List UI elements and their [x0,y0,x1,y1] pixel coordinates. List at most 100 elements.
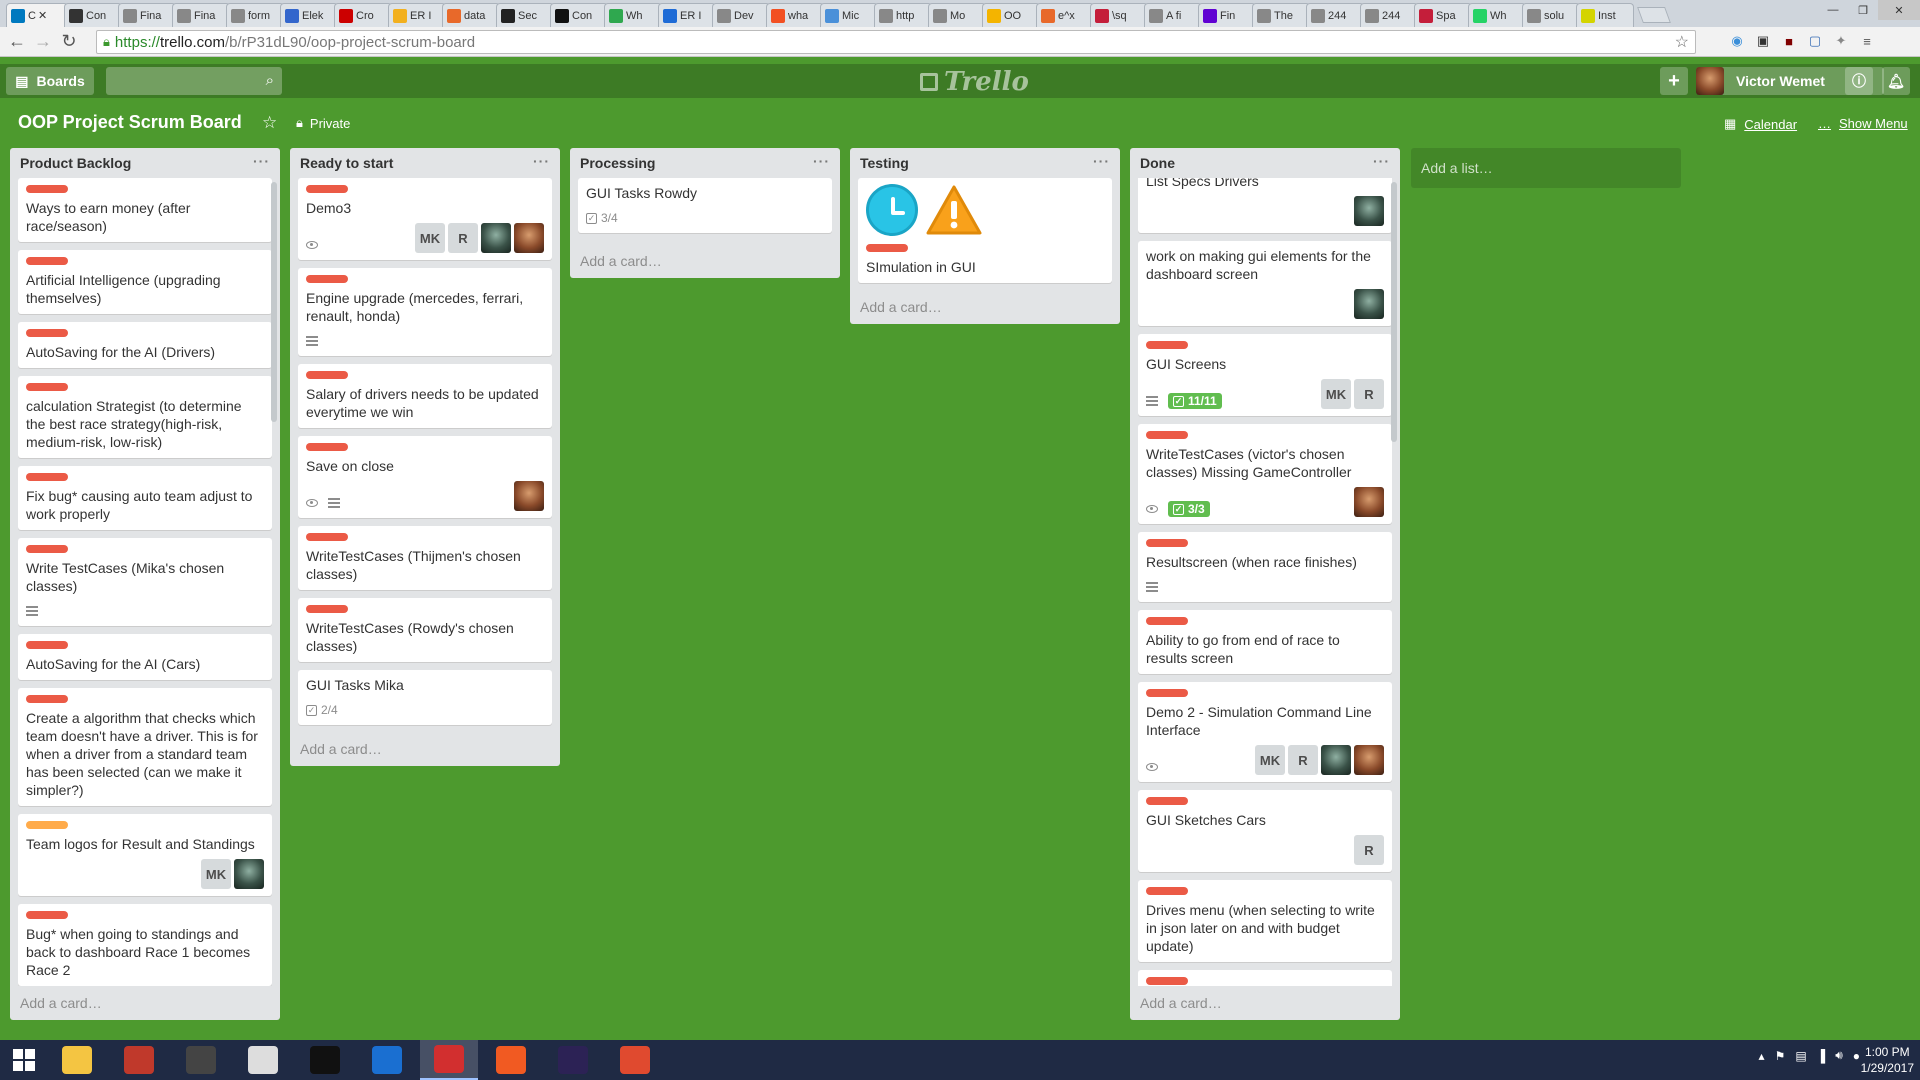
flag-icon[interactable]: ⚑ [1775,1049,1786,1063]
browser-tab[interactable]: Inst [1576,3,1634,27]
list-menu-icon[interactable]: ··· [813,153,830,169]
extension-screen-icon[interactable]: ▢ [1806,31,1824,51]
card[interactable]: Drives menu (when selecting to write in … [1138,880,1392,962]
taskbar-game-app[interactable] [110,1040,168,1080]
browser-tab[interactable]: http [874,3,932,27]
list-header[interactable]: Done ··· [1130,148,1400,178]
card-label[interactable] [1146,341,1188,349]
close-window-button[interactable]: ✕ [1878,0,1920,20]
card-label[interactable] [306,605,348,613]
card[interactable]: SImulation in GUI [858,178,1112,283]
card[interactable]: Ways to earn money (after race/season) [18,178,272,242]
address-bar[interactable]: 🔒︎ https://trello.com/b/rP31dL90/oop-pro… [96,30,1696,54]
card-label[interactable] [1146,797,1188,805]
card[interactable]: Create a algorithm that checks which tea… [18,688,272,806]
maximize-button[interactable]: ❐ [1848,0,1878,20]
boards-button[interactable]: ▤ Boards [6,67,94,95]
card[interactable]: GUI Sketches Cars R [1138,790,1392,872]
browser-tab[interactable]: Mic [820,3,878,27]
browser-tab[interactable]: 244 [1306,3,1364,27]
member-initials[interactable]: MK [1321,379,1351,409]
extension-lock-icon[interactable]: ▣ [1754,31,1772,51]
browser-tab[interactable]: form [226,3,284,27]
card[interactable]: Demo 2 - Simulation Command Line Interfa… [1138,682,1392,782]
show-menu-button[interactable]: … Show Menu [1818,116,1908,131]
taskbar-steam-app[interactable] [234,1040,292,1080]
card[interactable]: Demo3 MK R [298,178,552,260]
add-list-button[interactable]: Add a list… [1411,148,1681,188]
list-header[interactable]: Processing ··· [570,148,840,178]
card-label[interactable] [1146,617,1188,625]
taskbar-eclipse-app[interactable] [544,1040,602,1080]
card-label[interactable] [306,185,348,193]
card[interactable]: AutoSaving for the AI (Drivers) [18,322,272,368]
browser-tab[interactable]: Fina [172,3,230,27]
add-card-button[interactable]: Add a card… [570,244,840,278]
card-label[interactable] [1146,977,1188,985]
card[interactable]: Save on close [298,436,552,518]
close-tab-icon[interactable]: ✕ [38,9,47,22]
extension-puzzle-icon[interactable]: ✦ [1832,31,1850,51]
start-button[interactable] [0,1040,48,1080]
browser-tab[interactable]: Fina [118,3,176,27]
browser-tab[interactable]: Wh [1468,3,1526,27]
add-card-button[interactable]: Add a card… [10,986,280,1020]
browser-tab[interactable]: Dev [712,3,770,27]
list-menu-icon[interactable]: ··· [253,153,270,169]
list-scrollbar[interactable] [271,182,277,422]
calendar-button[interactable]: ▦ Calendar [1724,116,1797,132]
list-menu-icon[interactable]: ··· [533,153,550,169]
card[interactable]: Engine upgrade (mercedes, ferrari, renau… [298,268,552,356]
card-label[interactable] [26,695,68,703]
extension-shield-icon[interactable]: ◉ [1728,31,1746,51]
list-header[interactable]: Ready to start ··· [290,148,560,178]
taskbar-file-explorer[interactable] [48,1040,106,1080]
browser-tab[interactable]: wha [766,3,824,27]
browser-tab[interactable]: ER I [388,3,446,27]
card-label[interactable] [26,383,68,391]
minimize-button[interactable]: — [1818,0,1848,20]
taskbar-opera-app[interactable] [420,1040,478,1080]
list-title[interactable]: Product Backlog [20,155,131,171]
browser-tab[interactable]: Mo [928,3,986,27]
browser-tab[interactable]: Fin [1198,3,1256,27]
list-menu-icon[interactable]: ··· [1373,153,1390,169]
card[interactable]: work on making gui elements for the dash… [1138,241,1392,326]
card-label[interactable] [1146,689,1188,697]
add-card-button[interactable]: Add a card… [850,290,1120,324]
card-label[interactable] [26,473,68,481]
list-title[interactable]: Testing [860,155,909,171]
card[interactable]: Artificial Intelligence (upgrading thems… [18,250,272,314]
taskbar-brave-app[interactable] [482,1040,540,1080]
browser-tab[interactable]: ER I [658,3,716,27]
card[interactable]: Ability to go from end of race to result… [1138,610,1392,674]
browser-tab[interactable]: OO [982,3,1040,27]
browser-tab[interactable]: Elek [280,3,338,27]
list-menu-icon[interactable]: ··· [1093,153,1110,169]
reload-button[interactable]: ↻ [56,29,82,55]
chrome-menu-icon[interactable]: ≡ [1858,31,1876,51]
card-label[interactable] [1146,887,1188,895]
star-board-icon[interactable]: ☆ [262,113,277,133]
notifications-button[interactable]: 🔔︎ [1882,67,1910,95]
member-avatar[interactable] [514,481,544,511]
card[interactable]: GUI Tasks Rowdy ✓ 3/4 [578,178,832,233]
card-label[interactable] [1146,431,1188,439]
member-avatar[interactable] [481,223,511,253]
card[interactable]: GUI Screens ✓ 11/11 MK R [1138,334,1392,416]
card[interactable]: calculation Strategist (to determine the… [18,376,272,458]
member-avatar[interactable] [1354,289,1384,319]
card-label[interactable] [26,545,68,553]
card[interactable]: WriteTestCases (Rowdy's chosen classes) [298,598,552,662]
card-label[interactable] [306,371,348,379]
list-title[interactable]: Ready to start [300,155,393,171]
list-title[interactable]: Processing [580,155,655,171]
card-label[interactable] [306,275,348,283]
new-tab-button[interactable] [1637,7,1671,23]
card-label[interactable] [26,329,68,337]
member-initials[interactable]: MK [1255,745,1285,775]
browser-tab[interactable]: C ✕ [6,3,68,27]
add-button[interactable]: + [1660,67,1688,95]
card-label[interactable] [26,257,68,265]
info-button[interactable]: ⓘ [1845,67,1873,95]
